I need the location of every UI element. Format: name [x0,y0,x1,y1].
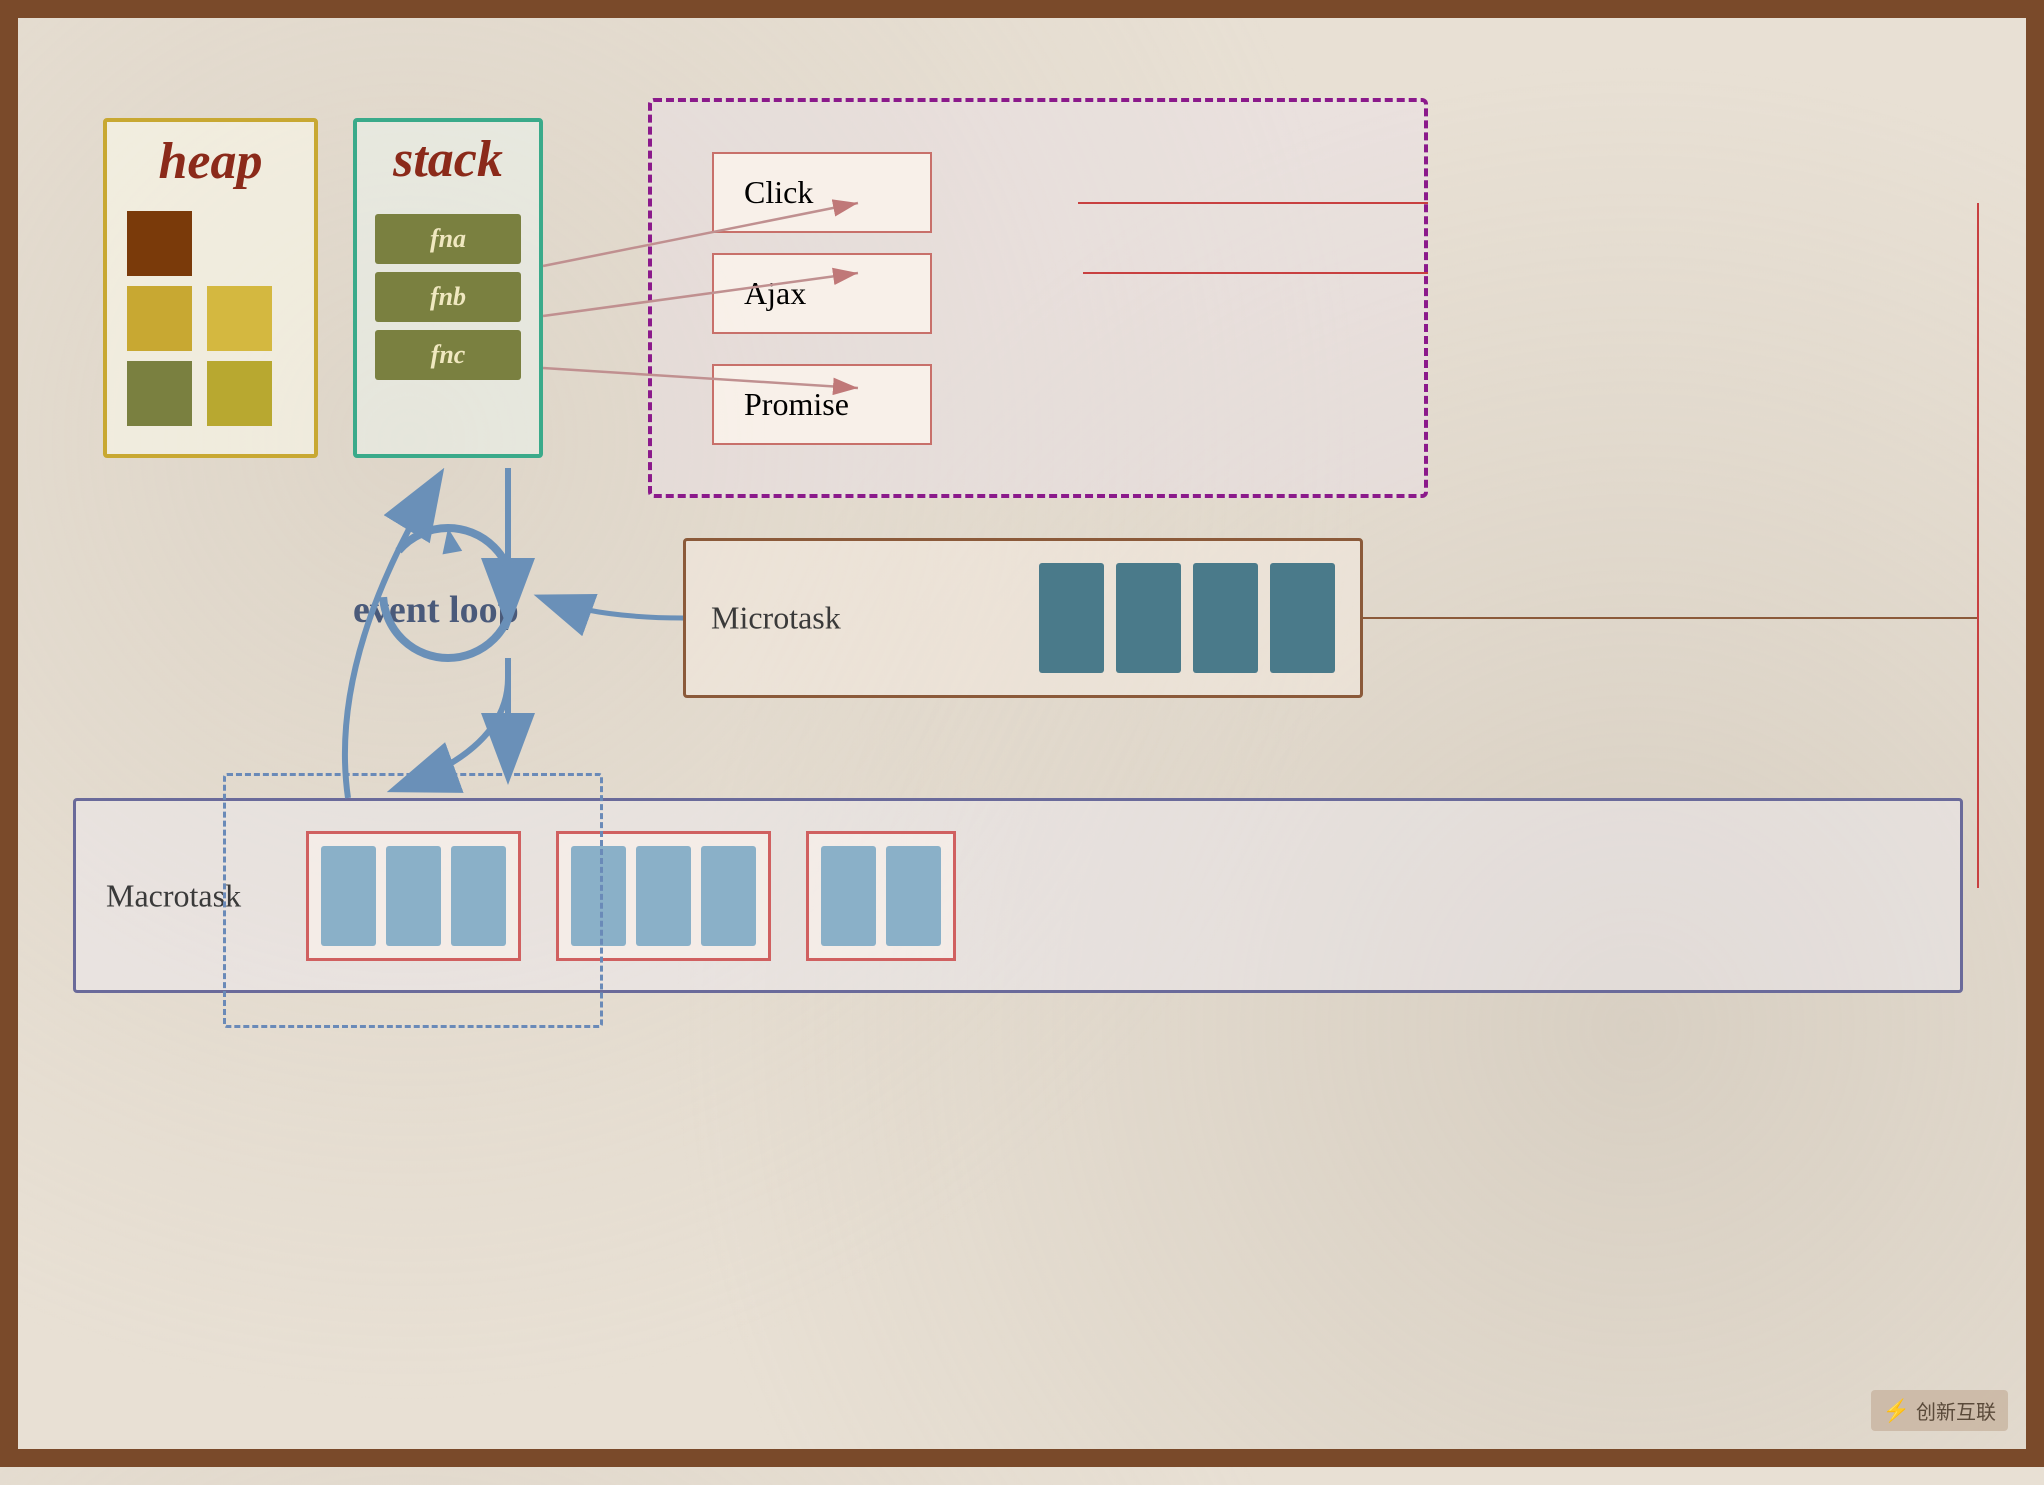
macro-block-2-3 [701,846,756,946]
macro-block-1-1 [321,846,376,946]
event-loop-label: event loop [353,588,519,632]
macrotask-group-1 [306,831,521,961]
macrotask-group-3 [806,831,956,961]
heap-square-olive1 [127,361,192,426]
webapi-promise: Promise [712,364,932,445]
heap-square-gold2 [207,286,272,351]
webapi-items: Click Ajax Promise [652,102,1424,515]
watermark: ⚡ 创新互联 [1871,1390,2008,1431]
micro-block-2 [1116,563,1181,673]
micro-block-4 [1270,563,1335,673]
stack-item-fnc: fnc [375,330,521,380]
macro-block-1-3 [451,846,506,946]
stack-items: fna fnb fnc [357,199,539,395]
webapi-click: Click [712,152,932,233]
macrotask-label: Macrotask [106,877,241,914]
macro-block-1-2 [386,846,441,946]
heap-row-3 [127,361,294,426]
macrotask-groups [306,831,956,961]
stack-item-fnb: fnb [375,272,521,322]
macrotask-box: Macrotask [73,798,1963,993]
heap-title: heap [107,132,314,191]
heap-row-1 [127,211,294,276]
macro-block-2-2 [636,846,691,946]
watermark-icon: ⚡ [1883,1398,1910,1424]
watermark-text: 创新互联 [1916,1396,1996,1425]
heap-row-2 [127,286,294,351]
heap-squares [107,196,314,441]
stack-box: stack fna fnb fnc [353,118,543,458]
stack-title: stack [357,130,539,189]
macro-block-2-1 [571,846,626,946]
heap-box: heap [103,118,318,458]
heap-square-olive2 [207,361,272,426]
microtask-blocks [1039,563,1335,673]
microtask-label: Microtask [711,600,841,637]
heap-square-brown [127,211,192,276]
macro-block-3-2 [886,846,941,946]
stack-item-fna: fna [375,214,521,264]
micro-block-1 [1039,563,1104,673]
macrotask-group-2 [556,831,771,961]
micro-block-3 [1193,563,1258,673]
heap-square-gold1 [127,286,192,351]
microtask-box: Microtask [683,538,1363,698]
webapi-box: Click Ajax Promise [648,98,1428,498]
webapi-ajax: Ajax [712,253,932,334]
macro-block-3-1 [821,846,876,946]
